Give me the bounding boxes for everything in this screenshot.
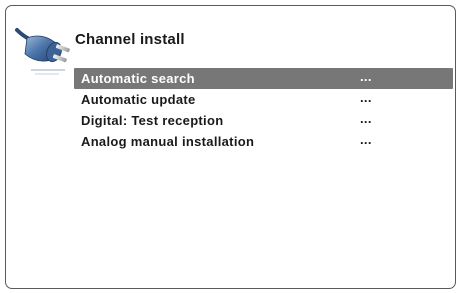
menu-item-automatic-update[interactable]: Automatic update ... xyxy=(74,89,453,110)
menu-item-value: ... xyxy=(360,90,372,105)
channel-install-menu: Automatic search ... Automatic update ..… xyxy=(74,68,453,152)
page-title: Channel install xyxy=(75,31,185,48)
menu-item-analog-manual-installation[interactable]: Analog manual installation ... xyxy=(74,131,453,152)
menu-item-value: ... xyxy=(360,132,372,147)
menu-item-label: Automatic search xyxy=(81,71,195,86)
menu-item-label: Digital: Test reception xyxy=(81,113,224,128)
menu-item-label: Automatic update xyxy=(81,92,196,107)
menu-item-value: ... xyxy=(360,111,372,126)
plug-icon xyxy=(15,28,70,75)
menu-item-label: Analog manual installation xyxy=(81,134,255,149)
menu-item-automatic-search[interactable]: Automatic search ... xyxy=(74,68,453,89)
menu-item-digital-test-reception[interactable]: Digital: Test reception ... xyxy=(74,110,453,131)
menu-item-value: ... xyxy=(360,69,372,84)
